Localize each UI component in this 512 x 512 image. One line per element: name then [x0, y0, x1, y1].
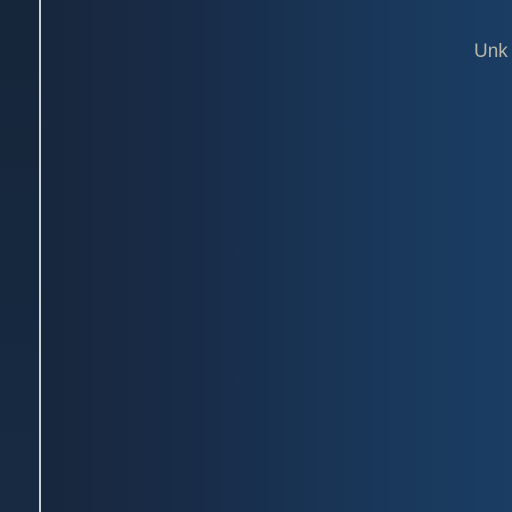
main-content-area — [41, 0, 512, 512]
status-label: Unk — [474, 41, 508, 62]
left-panel — [0, 0, 39, 512]
